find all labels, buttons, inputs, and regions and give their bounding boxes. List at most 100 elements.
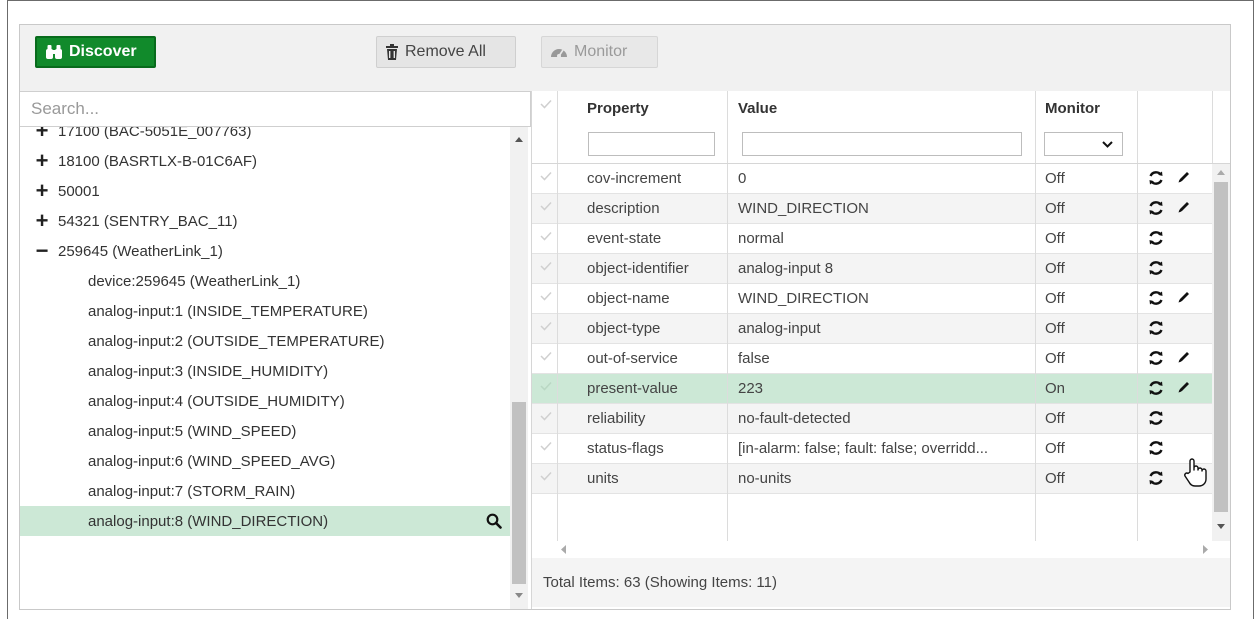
sync-icon[interactable] <box>1148 230 1164 246</box>
sync-icon[interactable] <box>1148 260 1164 276</box>
row-checkbox-icon[interactable] <box>540 381 552 391</box>
sync-icon[interactable] <box>1148 410 1164 426</box>
binoculars-icon <box>46 45 62 59</box>
tree-node-device[interactable]: + 54321 (SENTRY_BAC_11) <box>20 206 510 236</box>
row-checkbox-icon[interactable] <box>540 261 552 271</box>
tree-node-object[interactable]: analog-input:2 (OUTSIDE_TEMPERATURE) <box>20 326 510 356</box>
sync-icon[interactable] <box>1148 350 1164 366</box>
grid-footer: Total Items: 63 (Showing Items: 11) <box>532 558 1230 607</box>
column-divider <box>1035 91 1036 163</box>
table-row[interactable]: object-type analog-input Off <box>532 314 1212 344</box>
sync-icon[interactable] <box>1148 440 1164 456</box>
pencil-icon[interactable] <box>1177 350 1191 364</box>
table-row[interactable]: description WIND_DIRECTION Off <box>532 194 1212 224</box>
column-header-monitor[interactable]: Monitor <box>1045 100 1100 117</box>
table-row[interactable]: object-identifier analog-input 8 Off <box>532 254 1212 284</box>
tree-node-object-selected[interactable]: analog-input:8 (WIND_DIRECTION) <box>20 506 510 536</box>
tree-node-object[interactable]: analog-input:5 (WIND_SPEED) <box>20 416 510 446</box>
tree-node-device[interactable]: + 18100 (BASRTLX-B-01C6AF) <box>20 146 510 176</box>
tree-node-object[interactable]: device:259645 (WeatherLink_1) <box>20 266 510 296</box>
sync-icon[interactable] <box>1148 170 1164 186</box>
scroll-right-icon[interactable] <box>1202 545 1208 554</box>
discover-button[interactable]: Discover <box>35 36 156 68</box>
sync-icon[interactable] <box>1148 200 1164 216</box>
column-header-value[interactable]: Value <box>738 100 777 117</box>
sync-icon[interactable] <box>1148 320 1164 336</box>
row-checkbox-icon[interactable] <box>540 351 552 361</box>
property-cell: cov-increment <box>587 170 682 187</box>
value-cell: analog-input 8 <box>738 260 834 277</box>
hand-cursor-icon <box>1184 458 1207 487</box>
tree-node-object[interactable]: analog-input:1 (INSIDE_TEMPERATURE) <box>20 296 510 326</box>
column-divider <box>557 91 558 163</box>
monitor-cell: Off <box>1045 470 1065 487</box>
tree-node-label: analog-input:6 (WIND_SPEED_AVG) <box>88 452 336 470</box>
monitor-cell: Off <box>1045 230 1065 247</box>
gauge-icon <box>551 49 567 58</box>
row-checkbox-icon[interactable] <box>540 411 552 421</box>
collapse-icon[interactable]: − <box>34 240 50 262</box>
property-cell: status-flags <box>587 440 664 457</box>
value-cell: [in-alarm: false; fault: false; overridd… <box>738 440 989 457</box>
search-input[interactable] <box>20 91 531 127</box>
tree-node-label: analog-input:7 (STORM_RAIN) <box>88 482 296 500</box>
scroll-down-icon[interactable] <box>515 593 523 598</box>
tree-node-device[interactable]: + 50001 <box>20 176 510 206</box>
table-row[interactable]: out-of-service false Off <box>532 344 1212 374</box>
monitor-filter-select[interactable] <box>1044 132 1123 156</box>
monitor-button[interactable]: Monitor <box>541 36 658 68</box>
item-count-text: Total Items: 63 (Showing Items: 11) <box>543 574 777 591</box>
property-cell: reliability <box>587 410 646 427</box>
grid-horizontal-scrollbar[interactable] <box>557 541 1212 558</box>
table-row[interactable]: units no-units Off <box>532 464 1212 494</box>
scroll-up-icon[interactable] <box>1217 170 1225 175</box>
sync-icon[interactable] <box>1148 380 1164 396</box>
expand-icon[interactable]: + <box>34 150 50 172</box>
device-tree: + 17100 (BAC-5051E_007763) + 18100 (BASR… <box>20 121 510 609</box>
table-row[interactable]: object-name WIND_DIRECTION Off <box>532 284 1212 314</box>
table-row[interactable]: status-flags [in-alarm: false; fault: fa… <box>532 434 1212 464</box>
row-checkbox-icon[interactable] <box>540 471 552 481</box>
scroll-up-icon[interactable] <box>515 137 523 142</box>
pencil-icon[interactable] <box>1177 170 1191 184</box>
tree-node-label: analog-input:4 (OUTSIDE_HUMIDITY) <box>88 392 345 410</box>
search-icon[interactable] <box>486 513 502 529</box>
row-checkbox-icon[interactable] <box>540 291 552 301</box>
scrollbar-thumb[interactable] <box>512 402 526 584</box>
expand-icon[interactable]: + <box>34 210 50 232</box>
sync-icon[interactable] <box>1148 470 1164 486</box>
column-divider <box>727 164 728 541</box>
column-divider <box>727 91 728 163</box>
row-checkbox-icon[interactable] <box>540 201 552 211</box>
pencil-icon[interactable] <box>1177 290 1191 304</box>
tree-scrollbar[interactable] <box>510 127 528 609</box>
sync-icon[interactable] <box>1148 290 1164 306</box>
select-all-checkbox-icon[interactable] <box>540 99 552 109</box>
value-filter-input[interactable] <box>742 132 1022 156</box>
expand-icon[interactable]: + <box>34 180 50 202</box>
table-row[interactable]: cov-increment 0 Off <box>532 164 1212 194</box>
row-checkbox-icon[interactable] <box>540 231 552 241</box>
column-header-property[interactable]: Property <box>587 100 649 117</box>
column-divider <box>1137 91 1138 163</box>
pencil-icon[interactable] <box>1177 380 1191 394</box>
tree-node-object[interactable]: analog-input:6 (WIND_SPEED_AVG) <box>20 446 510 476</box>
tree-node-object[interactable]: analog-input:3 (INSIDE_HUMIDITY) <box>20 356 510 386</box>
tree-node-device[interactable]: − 259645 (WeatherLink_1) <box>20 236 510 266</box>
remove-all-button[interactable]: Remove All <box>376 36 516 68</box>
scroll-left-icon[interactable] <box>561 545 567 554</box>
table-row-highlighted[interactable]: present-value 223 On <box>532 374 1212 404</box>
monitor-cell: Off <box>1045 440 1065 457</box>
scrollbar-thumb[interactable] <box>1214 182 1228 512</box>
row-checkbox-icon[interactable] <box>540 321 552 331</box>
tree-node-object[interactable]: analog-input:7 (STORM_RAIN) <box>20 476 510 506</box>
scroll-down-icon[interactable] <box>1217 524 1225 529</box>
row-checkbox-icon[interactable] <box>540 171 552 181</box>
tree-node-object[interactable]: analog-input:4 (OUTSIDE_HUMIDITY) <box>20 386 510 416</box>
table-row[interactable]: event-state normal Off <box>532 224 1212 254</box>
row-checkbox-icon[interactable] <box>540 441 552 451</box>
grid-vertical-scrollbar[interactable] <box>1212 164 1230 541</box>
table-row[interactable]: reliability no-fault-detected Off <box>532 404 1212 434</box>
property-filter-input[interactable] <box>588 132 715 156</box>
pencil-icon[interactable] <box>1177 200 1191 214</box>
